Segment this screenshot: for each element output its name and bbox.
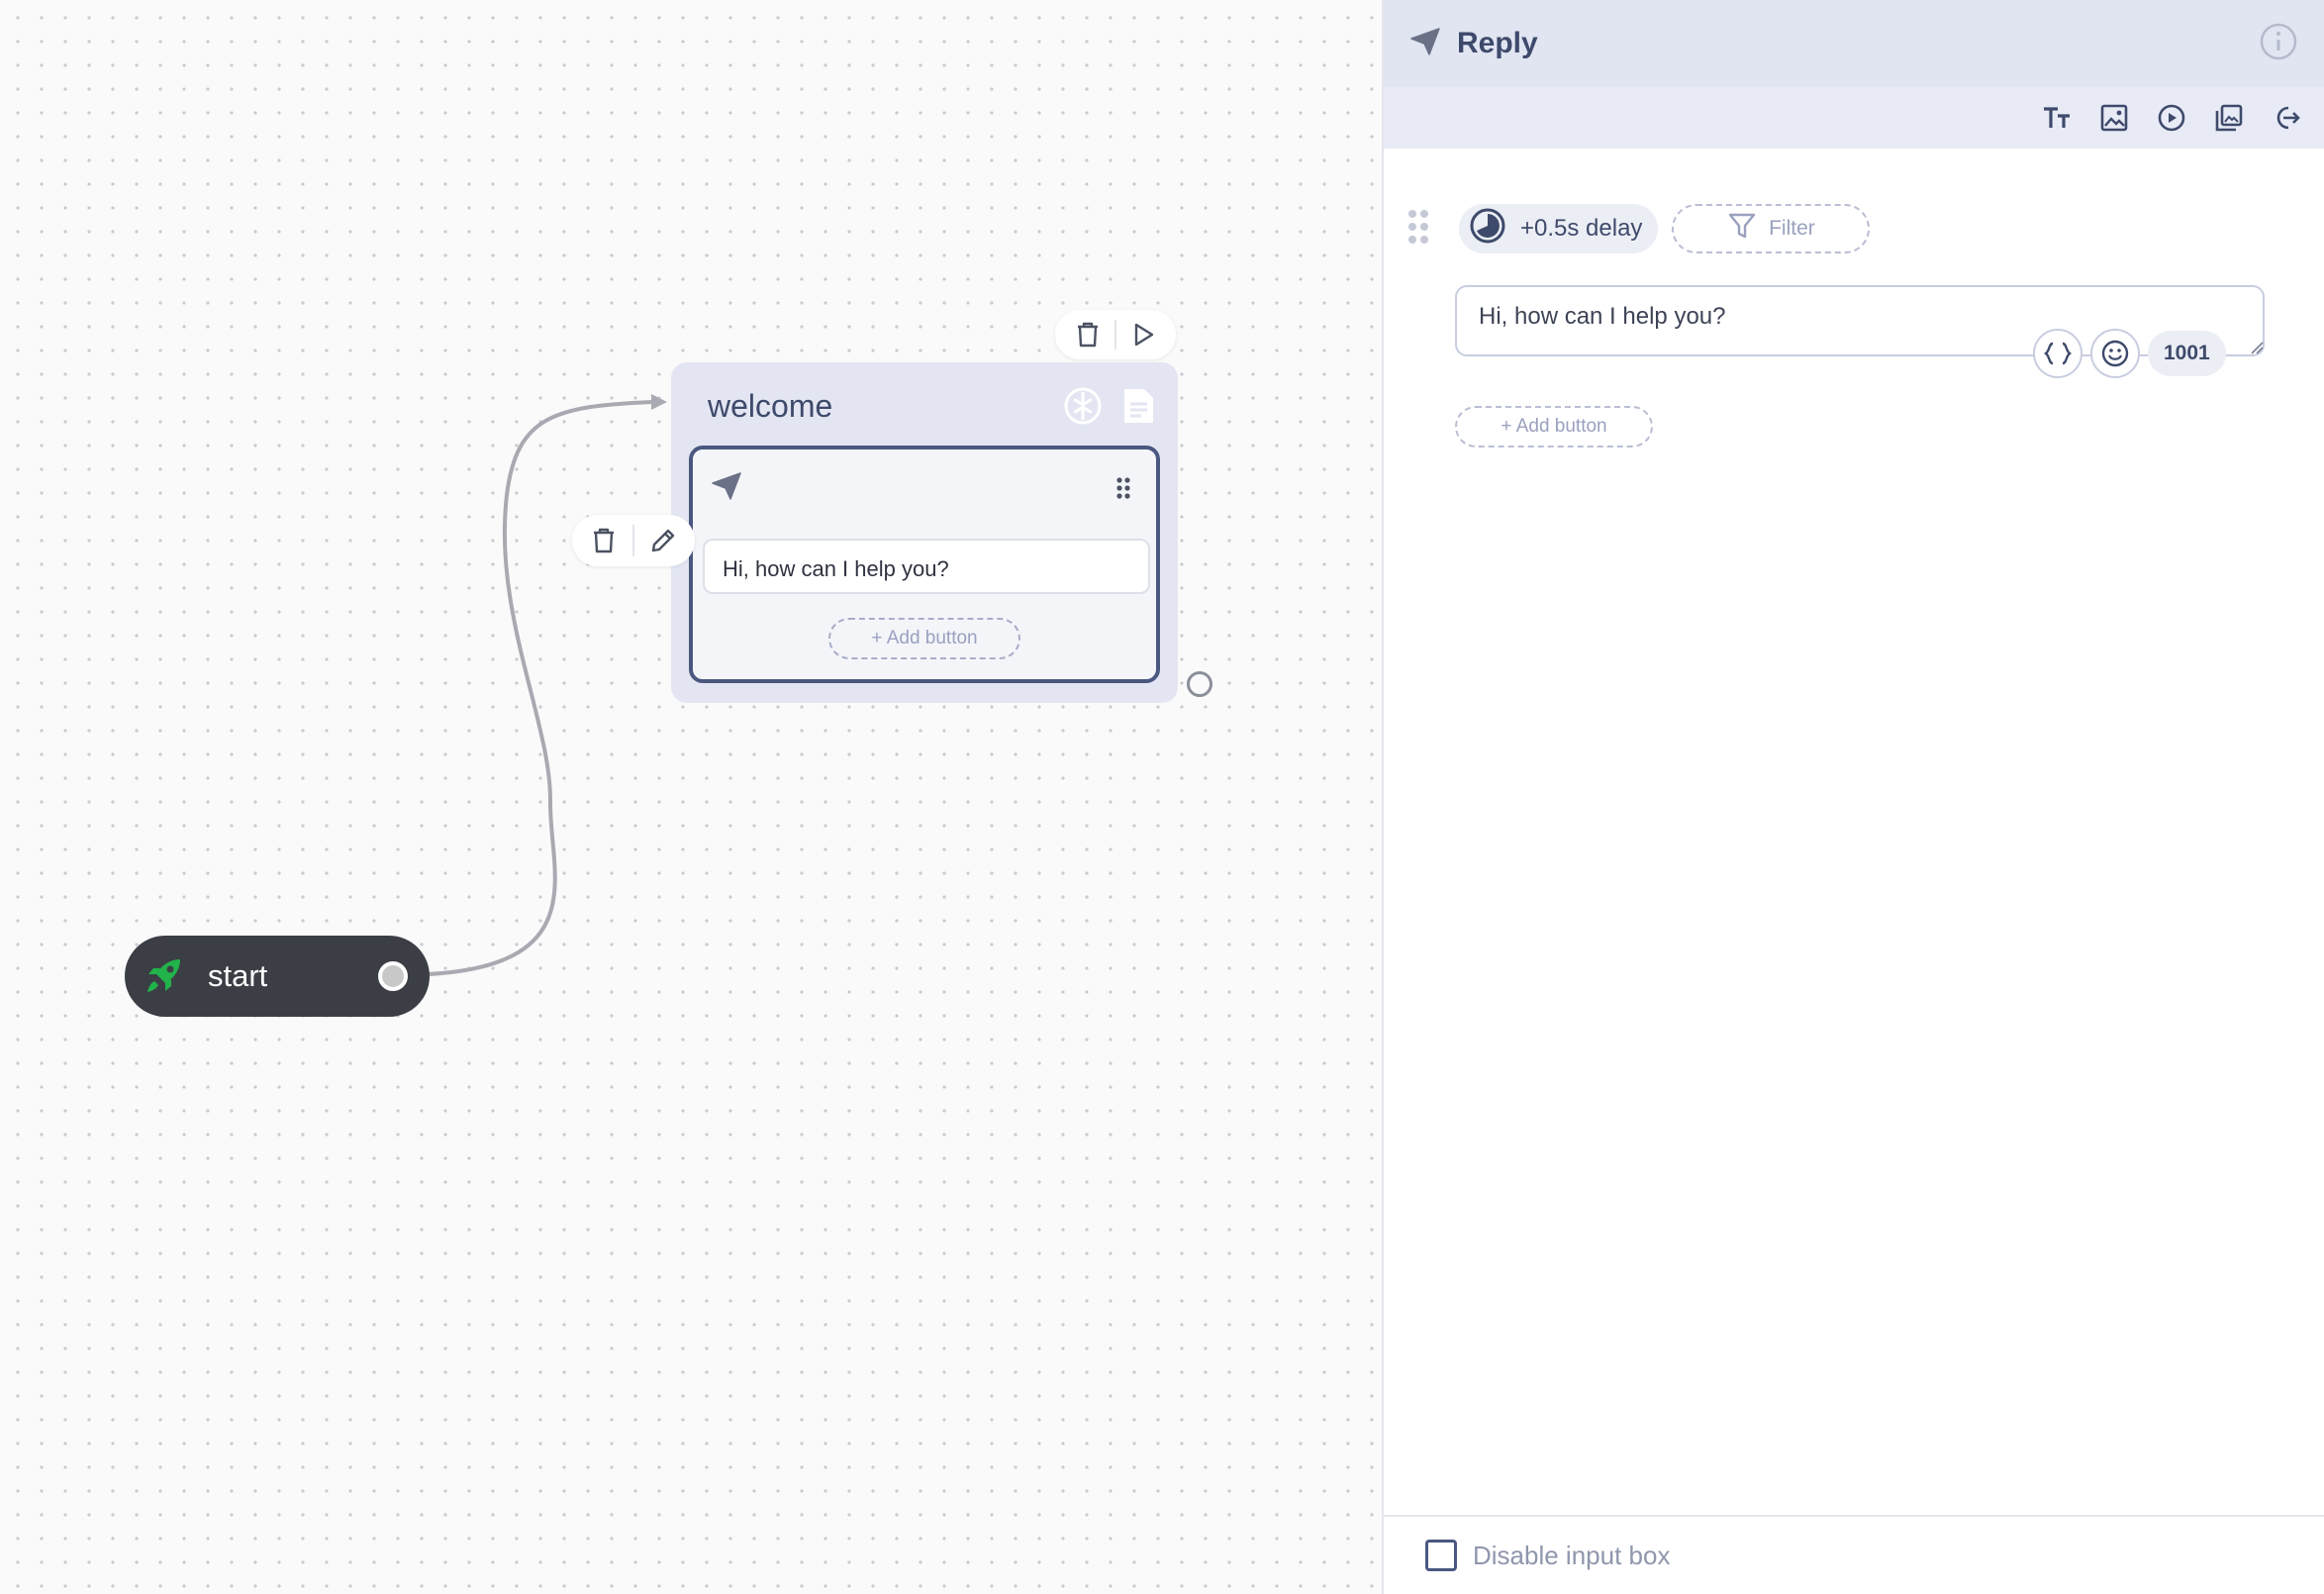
timer-icon <box>1469 207 1506 251</box>
reply-editor-panel: Reply +0.5s delay Filter Hi, how can I h… <box>1382 0 2324 1594</box>
image-icon[interactable] <box>2094 98 2134 138</box>
video-icon[interactable] <box>2152 98 2191 138</box>
panel-footer: Disable input box <box>1384 1515 2324 1594</box>
drag-handle-icon[interactable] <box>1116 477 1130 504</box>
gallery-icon[interactable] <box>2209 98 2249 138</box>
variable-button[interactable] <box>2033 329 2082 378</box>
pencil-icon <box>651 529 674 552</box>
start-node-output-handle[interactable] <box>378 961 408 991</box>
disable-input-checkbox[interactable] <box>1425 1540 1457 1571</box>
delete-node-button[interactable] <box>1068 315 1108 354</box>
start-node-label: start <box>208 958 268 993</box>
welcome-block-node[interactable]: welcome Hi, how can I help you? + Add bu… <box>671 362 1178 703</box>
redirect-icon[interactable] <box>2267 98 2306 138</box>
braces-icon <box>2044 342 2072 365</box>
block-node-title: welcome <box>708 388 833 424</box>
resize-grip-icon[interactable] <box>2250 341 2264 359</box>
delete-message-button[interactable] <box>584 521 624 560</box>
delay-label: +0.5s delay <box>1520 215 1643 242</box>
panel-title: Reply <box>1457 27 1538 59</box>
trash-icon <box>1078 322 1099 348</box>
text-icon[interactable] <box>2037 98 2077 138</box>
panel-header: Reply <box>1384 0 2324 87</box>
node-toolbar <box>1055 310 1176 359</box>
flow-canvas[interactable]: start welcome Hi, how can I help you? + … <box>0 0 1382 1594</box>
welcome-node-output-handle[interactable] <box>1187 671 1212 697</box>
smile-icon <box>2101 340 2129 367</box>
content-type-toolbar <box>1384 87 2324 149</box>
trash-icon <box>594 528 615 553</box>
disable-input-label: Disable input box <box>1473 1540 1671 1570</box>
send-icon <box>1409 27 1441 61</box>
delay-button[interactable]: +0.5s delay <box>1459 204 1659 253</box>
filter-label: Filter <box>1769 217 1815 240</box>
filter-icon <box>1727 211 1757 247</box>
start-node[interactable]: start <box>125 936 430 1017</box>
textarea-tools: 1001 <box>2033 329 2226 378</box>
edge-arrowhead <box>651 394 667 410</box>
ai-brain-icon[interactable] <box>1063 386 1103 431</box>
toolbar-divider <box>1114 320 1116 349</box>
message-row-toolbar <box>572 515 695 566</box>
send-icon <box>711 471 742 506</box>
rocket-icon <box>143 955 184 997</box>
message-text[interactable]: Hi, how can I help you? <box>703 539 1150 594</box>
edge-start-to-welcome <box>427 394 667 976</box>
reply-message-card[interactable]: Hi, how can I help you? + Add button <box>689 446 1160 683</box>
emoji-button[interactable] <box>2090 329 2140 378</box>
document-icon[interactable] <box>1120 386 1156 431</box>
edit-message-button[interactable] <box>643 521 683 560</box>
panel-add-button-button[interactable]: + Add button <box>1455 406 1653 448</box>
character-count: 1001 <box>2148 331 2226 376</box>
filter-button[interactable]: Filter <box>1672 204 1871 253</box>
play-node-button[interactable] <box>1123 315 1163 354</box>
drag-handle-icon[interactable] <box>1407 209 1429 249</box>
play-icon <box>1134 323 1153 347</box>
message-settings-row: +0.5s delay Filter <box>1407 204 1871 253</box>
toolbar-divider <box>631 525 634 556</box>
add-button-button[interactable]: + Add button <box>828 618 1020 659</box>
info-icon[interactable] <box>2259 22 2298 66</box>
